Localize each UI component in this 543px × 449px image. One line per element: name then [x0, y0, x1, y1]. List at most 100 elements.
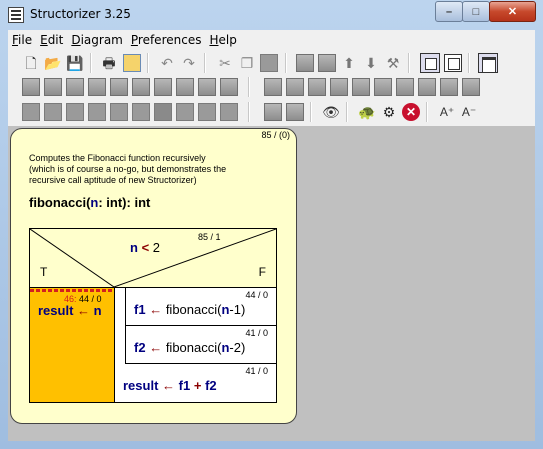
- minimize-button[interactable]: –: [435, 1, 463, 22]
- false-branch: 44 / 0 f1 ← fibonacci(n-1) 41 / 0 f2 ← f…: [115, 288, 276, 402]
- export-picture-icon[interactable]: [123, 54, 141, 72]
- menu-bar: File Edit Diagram Preferences Help: [8, 30, 535, 50]
- add-for-after-icon[interactable]: [330, 78, 348, 96]
- instruction-text: result ← n: [38, 303, 102, 318]
- new-file-icon[interactable]: 🗋: [22, 54, 40, 72]
- visibility-eye-icon[interactable]: 👁: [322, 103, 340, 121]
- breakpoint-marker: [30, 289, 114, 292]
- add-repeat-icon[interactable]: [132, 78, 150, 96]
- close-button[interactable]: ✕: [489, 1, 536, 22]
- add-call-after-icon[interactable]: [418, 78, 436, 96]
- edit-icon[interactable]: [296, 54, 314, 72]
- move-down-icon[interactable]: ⬇: [362, 54, 380, 72]
- instruction-text: result ← f1 + f2: [123, 378, 217, 393]
- add-forever-icon[interactable]: [154, 78, 172, 96]
- add-for-icon[interactable]: [88, 78, 106, 96]
- alternative-block[interactable]: 85 / 1 n < 2 T F 46: 44 / 0 result ← n 4…: [29, 228, 277, 403]
- transmute-icon[interactable]: ⚒: [384, 54, 402, 72]
- title-bar[interactable]: Structorizer 3.25 – □ ✕: [0, 0, 543, 30]
- color-gray1-icon[interactable]: [44, 103, 62, 121]
- routine-signature[interactable]: fibonacci(n: int): int: [29, 195, 150, 210]
- toolbar-separator: [426, 102, 428, 122]
- instruction-counter: 44 / 0: [245, 290, 268, 300]
- add-call-icon[interactable]: [176, 78, 194, 96]
- color-gray2-icon[interactable]: [66, 103, 84, 121]
- add-instruction-icon[interactable]: [22, 78, 40, 96]
- font-down-icon[interactable]: A⁻: [460, 103, 478, 121]
- toolbar-separator: [310, 102, 312, 122]
- instruction-text: f2 ← fibonacci(n-2): [134, 340, 246, 355]
- add-instruction-after-icon[interactable]: [264, 78, 282, 96]
- add-jump-after-icon[interactable]: [440, 78, 458, 96]
- paste-icon[interactable]: [260, 54, 278, 72]
- toolbar-separator: [468, 53, 470, 73]
- view-mode-alt-icon[interactable]: [444, 54, 462, 72]
- false-label: F: [258, 265, 266, 279]
- open-folder-icon[interactable]: 📂: [44, 54, 62, 72]
- arrangement-icon[interactable]: [478, 53, 498, 73]
- condition-counter: 85 / 1: [198, 232, 221, 242]
- menu-diagram[interactable]: Diagram: [67, 33, 127, 47]
- expand-icon[interactable]: [286, 103, 304, 121]
- delete-icon[interactable]: [318, 54, 336, 72]
- instruction-f1[interactable]: 44 / 0 f1 ← fibonacci(n-1): [126, 288, 276, 326]
- toolbar-separator: [248, 77, 250, 97]
- copy-icon[interactable]: ❐: [238, 54, 256, 72]
- add-case-after-icon[interactable]: [308, 78, 326, 96]
- toolbar-separator: [147, 53, 149, 73]
- diagram-execution-counter: 85 / (0): [261, 130, 290, 140]
- instruction-f2[interactable]: 41 / 0 f2 ← fibonacci(n-2): [126, 326, 276, 364]
- toolbar-separator: [248, 102, 250, 122]
- color-white-icon[interactable]: [22, 103, 40, 121]
- add-case-icon[interactable]: [66, 78, 84, 96]
- menu-file[interactable]: File: [8, 33, 36, 47]
- redo-icon[interactable]: ↷: [180, 54, 198, 72]
- cut-icon[interactable]: ✂: [216, 54, 234, 72]
- add-forever-after-icon[interactable]: [396, 78, 414, 96]
- client-area: File Edit Diagram Preferences Help 🗋 📂 💾…: [8, 30, 535, 441]
- add-jump-icon[interactable]: [198, 78, 216, 96]
- true-label: T: [40, 265, 48, 279]
- breakpoint-off-icon[interactable]: ✕: [402, 103, 420, 121]
- toolbar-separator: [285, 53, 287, 73]
- save-icon[interactable]: 💾: [66, 54, 84, 72]
- font-up-icon[interactable]: A⁺: [438, 103, 456, 121]
- diagram-comment: Computes the Fibonacci function recursiv…: [29, 153, 227, 185]
- instruction-counter: 41 / 0: [245, 366, 268, 376]
- add-parallel-icon[interactable]: [220, 78, 238, 96]
- color-gray8-icon[interactable]: [198, 103, 216, 121]
- collapse-icon[interactable]: [264, 103, 282, 121]
- add-parallel-after-icon[interactable]: [462, 78, 480, 96]
- color-gray7-icon[interactable]: [176, 103, 194, 121]
- view-mode-icon[interactable]: [420, 53, 440, 73]
- menu-help[interactable]: Help: [205, 33, 240, 47]
- instruction-counter: 41 / 0: [245, 328, 268, 338]
- true-branch-instruction[interactable]: 46: 44 / 0 result ← n: [30, 288, 115, 402]
- turtle-icon[interactable]: 🐢: [358, 103, 376, 121]
- diagram-root[interactable]: 85 / (0) Computes the Fibonacci function…: [10, 128, 297, 424]
- add-while-after-icon[interactable]: [352, 78, 370, 96]
- add-while-icon[interactable]: [110, 78, 128, 96]
- menu-preferences[interactable]: Preferences: [127, 33, 206, 47]
- toolbar-separator: [346, 102, 348, 122]
- executor-gear-icon[interactable]: ⚙: [380, 103, 398, 121]
- maximize-button[interactable]: □: [462, 1, 490, 22]
- move-up-icon[interactable]: ⬆: [340, 54, 358, 72]
- instruction-result[interactable]: 41 / 0 result ← f1 + f2: [115, 364, 276, 402]
- color-gray4-icon[interactable]: [110, 103, 128, 121]
- false-branch-indent: [115, 288, 126, 364]
- color-gray9-icon[interactable]: [220, 103, 238, 121]
- instruction-text: f1 ← fibonacci(n-1): [134, 302, 246, 317]
- color-gray6-icon[interactable]: [154, 103, 172, 121]
- undo-icon[interactable]: ↶: [158, 54, 176, 72]
- color-gray3-icon[interactable]: [88, 103, 106, 121]
- add-alternative-after-icon[interactable]: [286, 78, 304, 96]
- diagram-canvas[interactable]: 85 / (0) Computes the Fibonacci function…: [8, 126, 535, 441]
- add-alternative-icon[interactable]: [44, 78, 62, 96]
- add-repeat-after-icon[interactable]: [374, 78, 392, 96]
- toolbar-separator: [90, 53, 92, 73]
- print-icon[interactable]: 🖶: [100, 54, 118, 72]
- menu-edit[interactable]: Edit: [36, 33, 67, 47]
- alternative-condition[interactable]: 85 / 1 n < 2 T F: [30, 229, 276, 288]
- color-gray5-icon[interactable]: [132, 103, 150, 121]
